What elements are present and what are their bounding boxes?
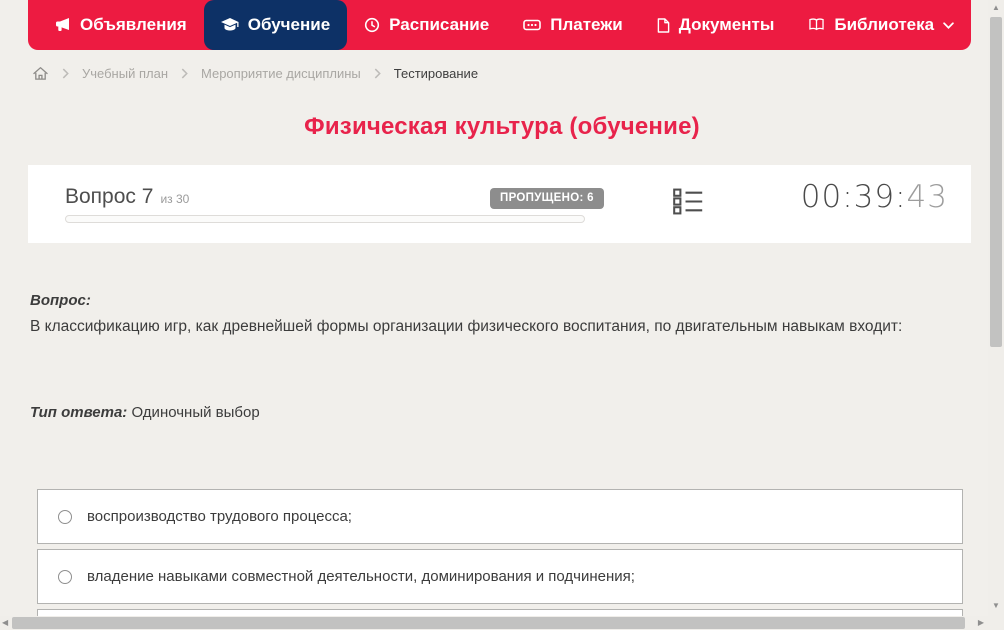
radio-button-icon[interactable] <box>58 569 72 584</box>
scroll-down-arrow-icon[interactable]: ▼ <box>988 601 1004 611</box>
question-label: Вопрос: <box>30 292 91 309</box>
radio-button-icon[interactable] <box>58 509 72 524</box>
top-navigation: Объявления Обучение Расписание Платежи Д… <box>28 0 971 50</box>
nav-item-documents[interactable]: Документы <box>640 0 792 50</box>
answer-option-2[interactable]: владение навыками совместной деятельност… <box>37 549 963 604</box>
page-title: Физическая культура (обучение) <box>304 113 700 140</box>
answer-option-1[interactable]: воспроизводство трудового процесса; <box>37 489 963 544</box>
payment-icon <box>523 18 542 32</box>
breadcrumb-item-testing: Тестирование <box>393 65 479 81</box>
answer-type-label: Тип ответа: <box>30 404 128 421</box>
nav-item-label: Документы <box>678 15 775 34</box>
question-text: В классификацию игр, как древнейшей форм… <box>30 318 903 335</box>
question-header-card: Вопрос 7 из 30 ПРОПУЩЕНО: 6 00:39:43 <box>28 165 971 243</box>
skipped-badge: ПРОПУЩЕНО: 6 <box>490 188 604 209</box>
breadcrumb-item-discipline-event[interactable]: Мероприятие дисциплины <box>201 66 361 81</box>
vertical-scrollbar-thumb[interactable] <box>990 17 1002 347</box>
quiz-page: Объявления Обучение Расписание Платежи Д… <box>0 0 1004 630</box>
nav-item-label: Расписание <box>389 15 490 34</box>
answer-type-row: Тип ответа: Одиночный выбор <box>30 404 260 421</box>
chevron-right-icon <box>62 68 69 79</box>
chevron-down-icon <box>943 21 954 29</box>
chevron-right-icon <box>374 68 381 79</box>
question-counter: из 30 <box>160 192 190 206</box>
nav-item-payments[interactable]: Платежи <box>506 0 640 50</box>
progress-bar <box>65 215 585 223</box>
nav-item-announcements[interactable]: Объявления <box>38 0 204 50</box>
nav-item-label: Библиотека <box>834 15 935 34</box>
question-number: Вопрос 7 <box>65 185 154 208</box>
home-icon[interactable] <box>32 66 49 81</box>
horizontal-scrollbar[interactable]: ◀ ▶ <box>0 616 988 630</box>
nav-item-label: Платежи <box>550 15 623 34</box>
nav-item-label: Объявления <box>80 15 187 34</box>
answer-options: воспроизводство трудового процесса; влад… <box>37 489 963 630</box>
question-number-row: Вопрос 7 из 30 <box>65 185 189 209</box>
breadcrumb: Учебный план Мероприятие дисциплины Тест… <box>32 62 478 84</box>
nav-item-learning[interactable]: Обучение <box>203 0 348 50</box>
document-icon <box>657 17 670 33</box>
vertical-scrollbar[interactable]: ▲ ▼ <box>988 0 1004 630</box>
clock-icon <box>364 17 380 33</box>
timer: 00:39:43 <box>801 179 948 215</box>
horizontal-scrollbar-thumb[interactable] <box>12 617 965 629</box>
timer-seconds: 43 <box>906 179 948 215</box>
book-icon <box>808 18 825 32</box>
nav-item-label: Обучение <box>247 15 331 34</box>
scroll-left-arrow-icon[interactable]: ◀ <box>2 618 8 627</box>
scroll-right-arrow-icon[interactable]: ▶ <box>978 618 984 627</box>
question-list-icon <box>672 188 704 220</box>
nav-item-schedule[interactable]: Расписание <box>347 0 506 50</box>
megaphone-icon <box>55 17 71 33</box>
answer-option-text: владение навыками совместной деятельност… <box>87 568 635 585</box>
scroll-up-arrow-icon[interactable]: ▲ <box>988 3 1004 13</box>
question-list-button[interactable] <box>672 188 704 220</box>
timer-hours-minutes: 00:39: <box>800 179 907 215</box>
nav-item-library[interactable]: Библиотека <box>791 0 971 50</box>
answer-option-text: воспроизводство трудового процесса; <box>87 508 352 525</box>
graduation-cap-icon <box>220 18 239 32</box>
breadcrumb-item-curriculum[interactable]: Учебный план <box>82 66 168 81</box>
answer-type-value: Одиночный выбор <box>131 404 260 421</box>
chevron-right-icon <box>181 68 188 79</box>
